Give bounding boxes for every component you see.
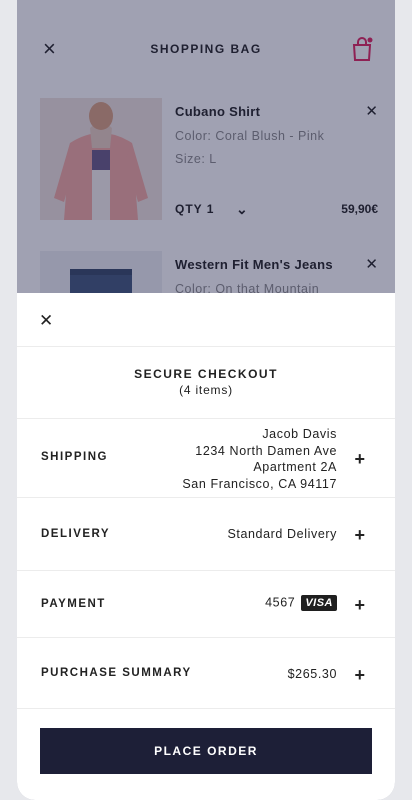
divider — [17, 346, 395, 347]
card-last4: 4567 — [265, 595, 296, 610]
checkout-item-count: (4 items) — [179, 383, 233, 397]
place-order-button[interactable]: PLACE ORDER — [40, 728, 372, 774]
payment-label: PAYMENT — [41, 598, 106, 610]
payment-value: 4567 VISA — [265, 595, 337, 611]
phone-screen: × SHOPPING BAG Cubano Shirt Color: Coral… — [17, 0, 395, 800]
payment-row[interactable]: PAYMENT 4567 VISA + — [17, 571, 395, 637]
divider — [17, 708, 395, 709]
delivery-label: DELIVERY — [41, 528, 111, 540]
summary-value: $265.30 — [287, 667, 337, 681]
checkout-title: SECURE CHECKOUT — [134, 367, 278, 381]
shipping-address: Jacob Davis 1234 North Damen Ave Apartme… — [182, 426, 337, 492]
plus-icon[interactable]: + — [354, 526, 365, 544]
summary-row[interactable]: PURCHASE SUMMARY $265.30 + — [17, 638, 395, 708]
plus-icon[interactable]: + — [354, 666, 365, 684]
summary-label: PURCHASE SUMMARY — [41, 667, 192, 679]
visa-icon: VISA — [301, 595, 337, 611]
address-line: Jacob Davis — [262, 427, 337, 441]
address-line: 1234 North Damen Ave — [195, 443, 337, 458]
plus-icon[interactable]: + — [354, 450, 365, 468]
address-line: Apartment 2A — [253, 460, 337, 474]
checkout-sheet: ✕ SECURE CHECKOUT (4 items) SHIPPING Jac… — [17, 293, 395, 800]
shipping-row[interactable]: SHIPPING Jacob Davis 1234 North Damen Av… — [17, 419, 395, 497]
delivery-row[interactable]: DELIVERY Standard Delivery + — [17, 498, 395, 570]
delivery-value: Standard Delivery — [227, 527, 337, 541]
address-line: San Francisco, CA 94117 — [182, 476, 337, 491]
close-icon[interactable]: ✕ — [39, 311, 53, 331]
shipping-label: SHIPPING — [41, 451, 108, 463]
plus-icon[interactable]: + — [354, 596, 365, 614]
